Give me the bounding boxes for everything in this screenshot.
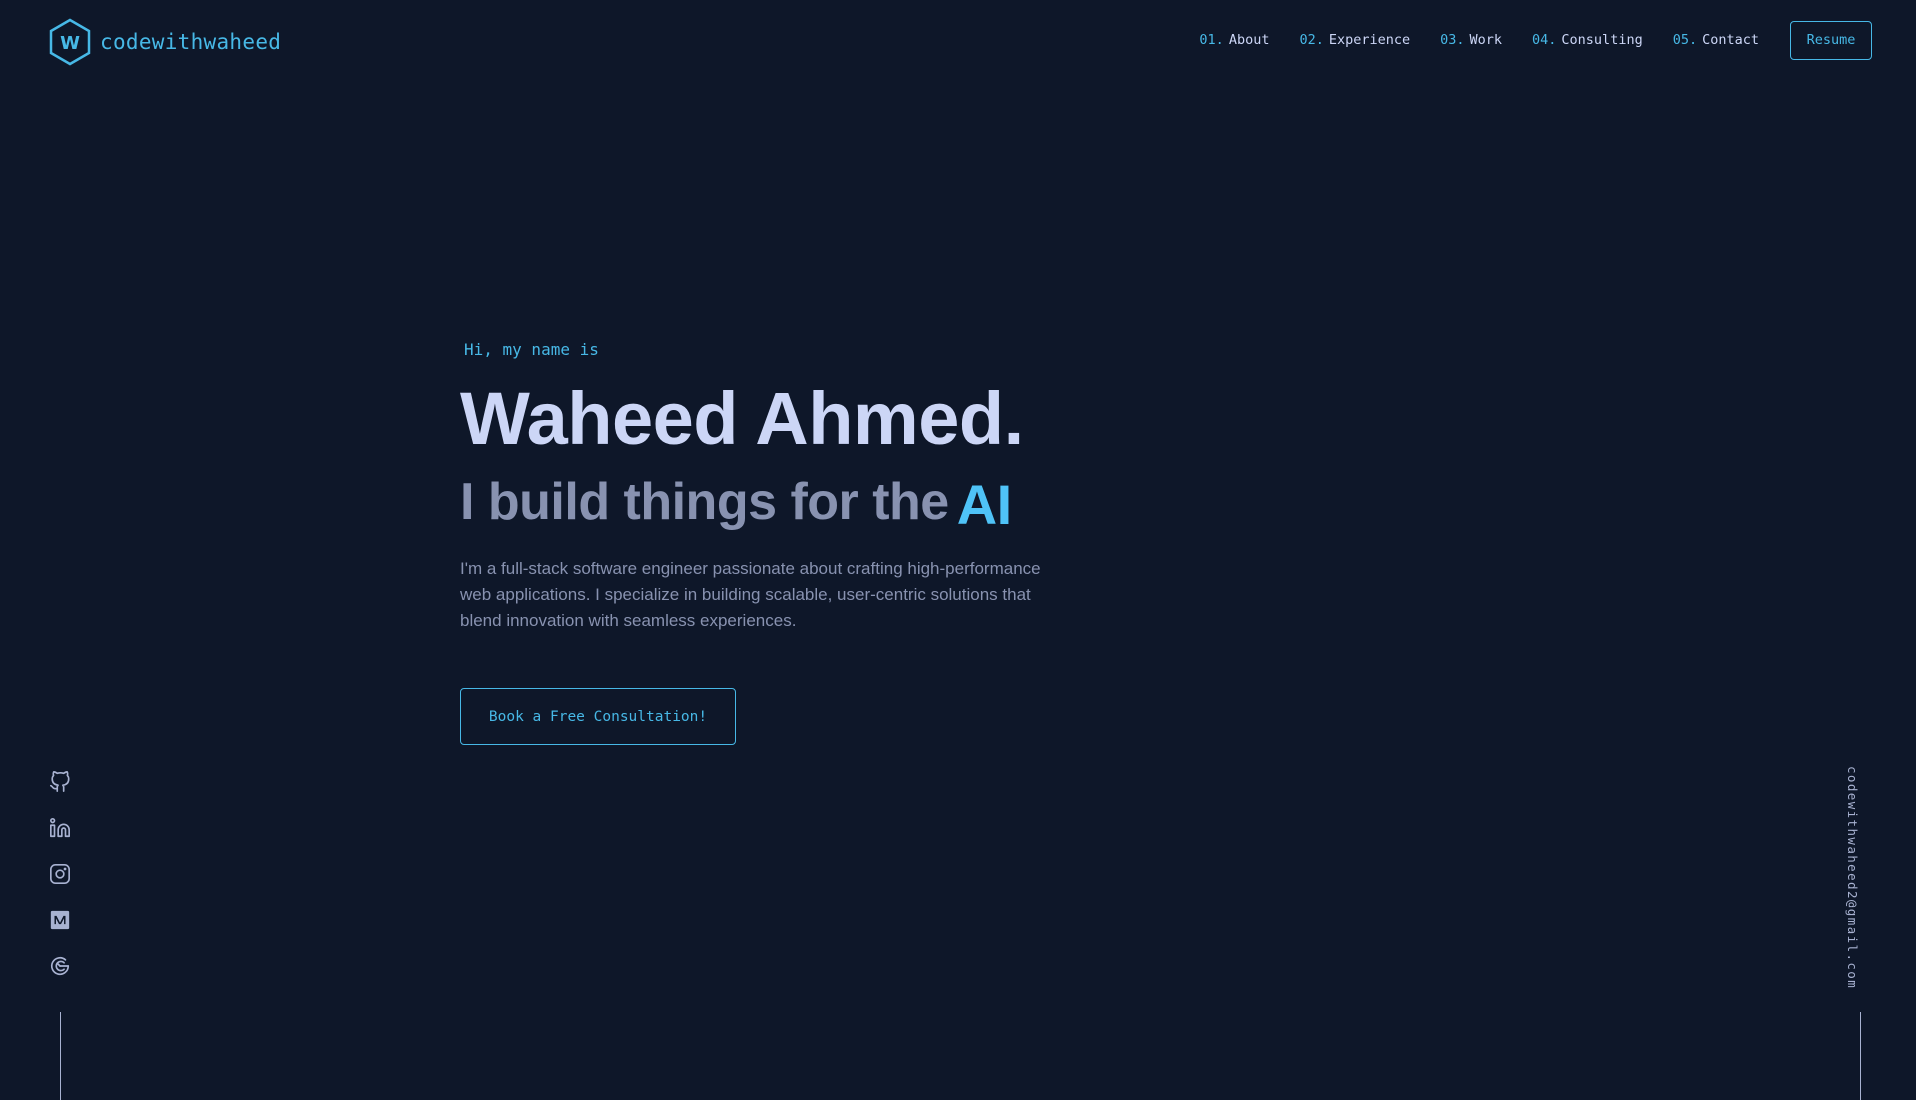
medium-link[interactable]: [48, 908, 72, 932]
instagram-link[interactable]: [48, 862, 72, 886]
nav-label: Experience: [1328, 32, 1411, 48]
github-icon: [50, 771, 70, 792]
tagline-accent: AI: [956, 473, 1013, 536]
codepen-icon: [50, 957, 70, 976]
instagram-icon: [50, 864, 70, 884]
left-vertical-line: [60, 1012, 61, 1100]
nav-number: 03.: [1440, 32, 1465, 48]
email-sidebar: codewithwaheed2@gmail.com: [1845, 766, 1874, 989]
medium-icon: [50, 910, 70, 930]
nav-label: Contact: [1702, 32, 1759, 48]
social-links: [48, 770, 72, 1000]
nav-number: 01.: [1199, 32, 1224, 48]
main-nav: 01. About 02. Experience 03. Work 04. Co…: [1169, 20, 1872, 60]
tagline-text: I build things for the: [460, 473, 949, 531]
github-link[interactable]: [48, 770, 72, 794]
nav-label: About: [1228, 32, 1270, 48]
right-vertical-line: [1860, 1012, 1861, 1100]
hero-tagline: I build things for the AI: [460, 472, 1160, 533]
nav-item-work[interactable]: 03. Work: [1440, 32, 1502, 48]
hero-name: Waheed Ahmed.: [460, 377, 1024, 460]
nav-number: 02.: [1299, 32, 1324, 48]
nav-item-consulting[interactable]: 04. Consulting: [1532, 32, 1643, 48]
hero-section: Hi, my name is Waheed Ahmed. I build thi…: [460, 340, 1160, 745]
resume-button[interactable]: Resume: [1790, 20, 1872, 60]
logo[interactable]: W codewithwaheed: [48, 18, 281, 66]
brand-name: codewithwaheed: [100, 30, 282, 54]
nav-label: Consulting: [1561, 32, 1643, 48]
greeting-text: Hi, my name is: [464, 340, 599, 359]
nav-number: 05.: [1672, 32, 1698, 48]
nav-item-contact[interactable]: 05. Contact: [1673, 32, 1759, 48]
nav-item-experience[interactable]: 02. Experience: [1299, 32, 1410, 48]
linkedin-link[interactable]: [48, 816, 72, 840]
book-consultation-button[interactable]: Book a Free Consultation!: [460, 688, 736, 745]
nav-item-about[interactable]: 01. About: [1199, 32, 1269, 48]
svg-text:W: W: [60, 33, 80, 54]
codepen-link[interactable]: [48, 954, 72, 978]
email-link[interactable]: codewithwaheed2@gmail.com: [1845, 766, 1860, 989]
hero-bio: I'm a full-stack software engineer passi…: [460, 559, 1041, 630]
hexagon-logo-icon: W: [49, 18, 91, 66]
site-header: W codewithwaheed 01. About 02. Experienc…: [0, 0, 1916, 80]
nav-label: Work: [1469, 32, 1503, 48]
nav-number: 04.: [1532, 32, 1557, 48]
linkedin-icon: [50, 818, 70, 838]
